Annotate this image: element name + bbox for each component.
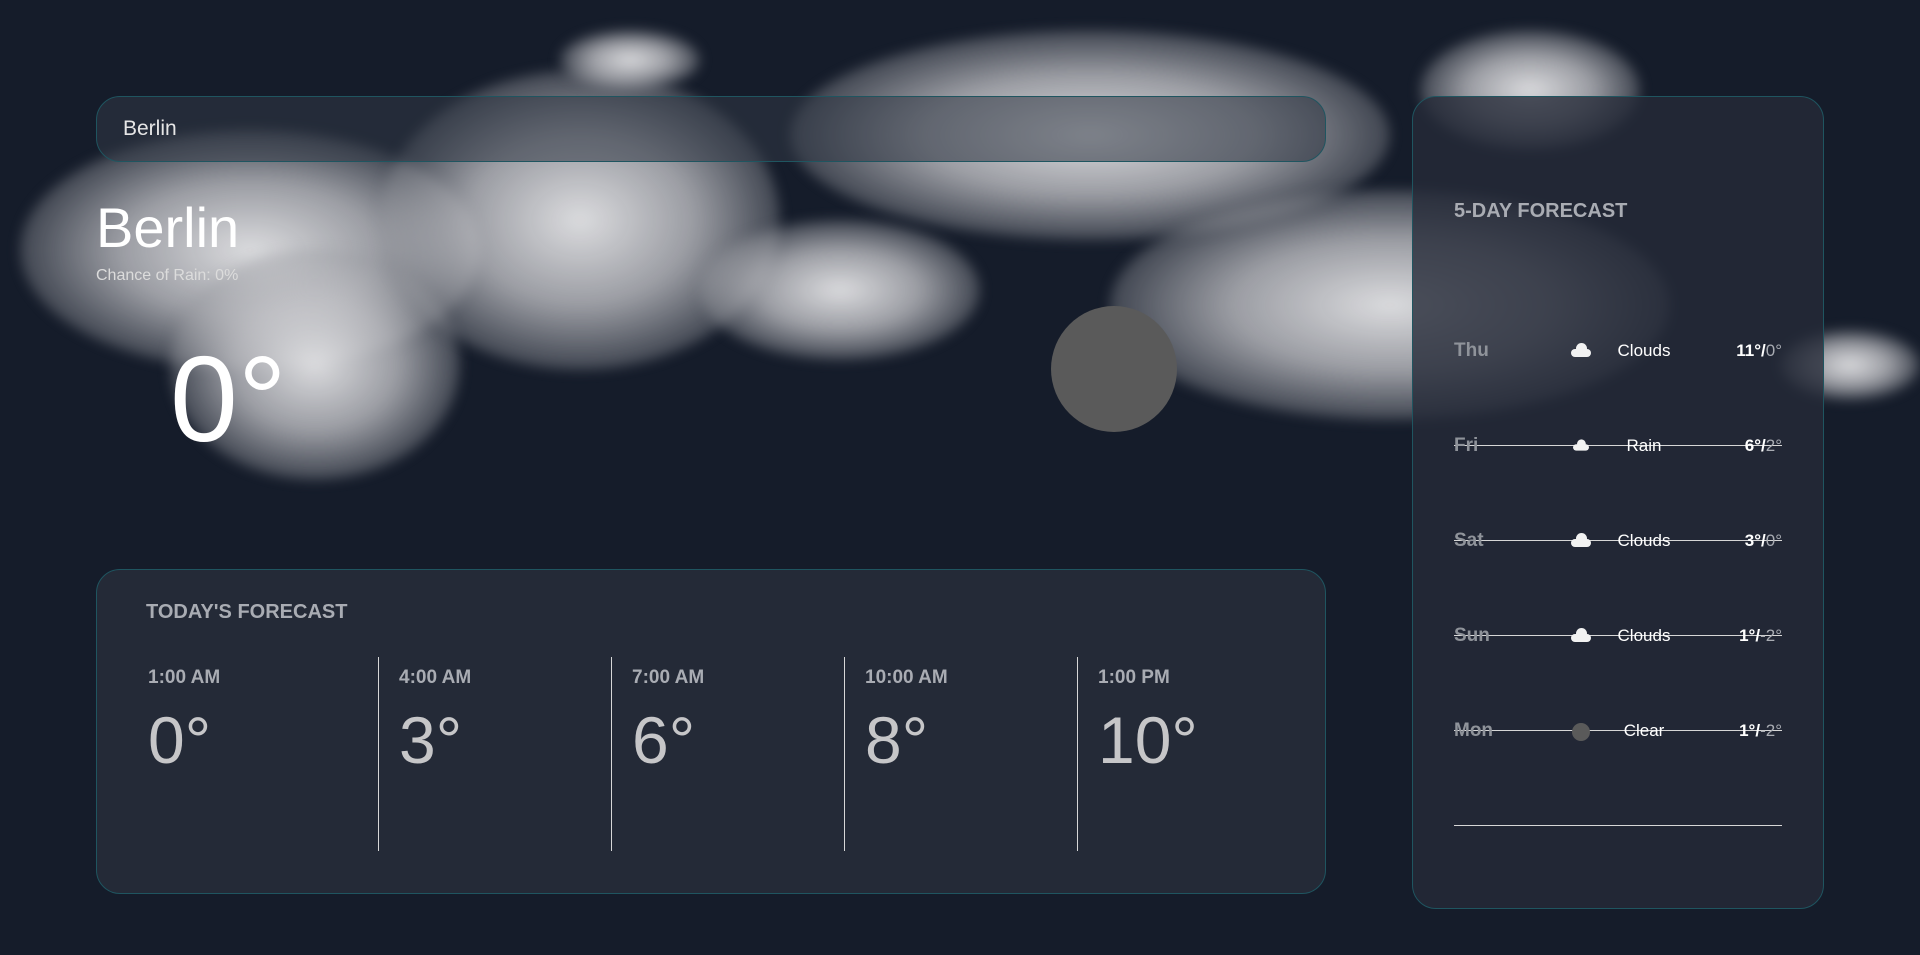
forecast-day-row: Thu Clouds 11°/0°: [1454, 340, 1782, 446]
day-condition: Clear: [1623, 721, 1665, 740]
hour-temp: 0°: [148, 703, 212, 777]
hourly-item: 10:00 AM 8°: [844, 657, 1077, 851]
day-high: 1°: [1739, 721, 1756, 740]
hour-time: 1:00 AM: [148, 667, 221, 688]
day-low: -2°: [1760, 626, 1782, 645]
day-temps: 1°/-2°: [1739, 626, 1782, 645]
hourly-item: 1:00 PM 10°: [1077, 657, 1310, 851]
hour-time: 10:00 AM: [865, 667, 948, 688]
hour-time: 1:00 PM: [1098, 667, 1170, 688]
day-high: 1°: [1739, 626, 1756, 645]
hour-time: 4:00 AM: [399, 667, 472, 688]
day-name: Mon: [1454, 720, 1494, 741]
day-condition: Rain: [1626, 436, 1662, 455]
day-condition: Clouds: [1617, 531, 1671, 550]
hour-time: 7:00 AM: [632, 667, 705, 688]
day-temps: 1°/-2°: [1739, 721, 1782, 740]
hour-temp: 6°: [632, 703, 696, 777]
cloud-icon: [1569, 533, 1593, 549]
day-temps: 3°/0°: [1744, 531, 1782, 550]
forecast-day-row: Fri Rain 6°/2°: [1454, 435, 1782, 541]
search-input[interactable]: [123, 117, 1325, 141]
chance-of-rain: Chance of Rain: 0%: [96, 267, 239, 284]
day-low: 0°: [1765, 531, 1782, 550]
search-bar[interactable]: [96, 96, 1326, 162]
five-day-forecast-panel: 5-DAY FORECAST Thu Clouds 11°/0° Fri Rai…: [1412, 96, 1824, 909]
sun-icon: [1051, 306, 1177, 432]
cloud-icon: [1569, 628, 1593, 644]
todays-forecast-title: TODAY'S FORECAST: [146, 601, 348, 623]
day-name: Fri: [1454, 435, 1479, 456]
day-high: 3°: [1744, 531, 1761, 550]
day-temps: 11°/0°: [1736, 341, 1782, 360]
day-low: -2°: [1760, 721, 1782, 740]
day-name: Sun: [1454, 625, 1490, 646]
day-condition: Clouds: [1617, 341, 1671, 360]
day-high: 11°: [1736, 341, 1761, 360]
day-condition: Clouds: [1617, 626, 1671, 645]
day-low: 0°: [1765, 341, 1782, 360]
forecast-day-row: Sun Clouds 1°/-2°: [1454, 625, 1782, 731]
hour-temp: 10°: [1098, 703, 1198, 777]
forecast-day-row: Mon Clear 1°/-2°: [1454, 720, 1782, 826]
city-name: Berlin: [96, 196, 240, 259]
hourly-item: 4:00 AM 3°: [378, 657, 611, 851]
day-name: Thu: [1454, 340, 1489, 361]
hour-temp: 8°: [865, 703, 929, 777]
five-day-forecast-title: 5-DAY FORECAST: [1454, 200, 1628, 222]
forecast-day-row: Sat Clouds 3°/0°: [1454, 530, 1782, 636]
current-temperature: 0°: [170, 331, 287, 467]
hour-temp: 3°: [399, 703, 463, 777]
day-low: 2°: [1765, 436, 1782, 455]
day-name: Sat: [1454, 530, 1484, 551]
clear-icon: [1569, 723, 1593, 741]
rain-cloud-icon: [1569, 438, 1593, 454]
cloud-icon: [1569, 343, 1593, 359]
todays-forecast-panel: TODAY'S FORECAST 1:00 AM 0° 4:00 AM 3° 7…: [96, 569, 1326, 894]
day-temps: 6°/2°: [1744, 436, 1782, 455]
hourly-item: 7:00 AM 6°: [611, 657, 844, 851]
hourly-item: 1:00 AM 0°: [145, 657, 378, 851]
day-high: 6°: [1744, 436, 1761, 455]
